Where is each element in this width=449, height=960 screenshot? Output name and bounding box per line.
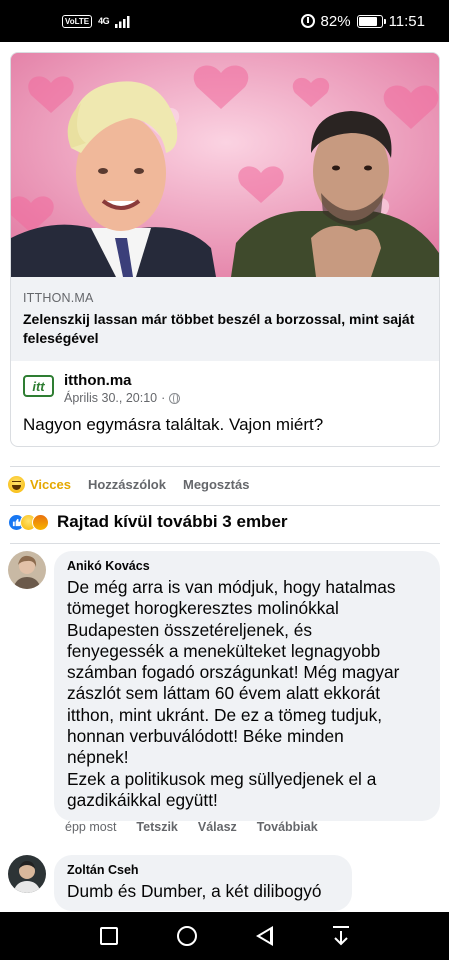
avatar[interactable]	[8, 855, 46, 893]
page-name[interactable]: itthon.ma	[64, 371, 180, 391]
clock: 11:51	[388, 12, 425, 30]
shared-post-card[interactable]: ITTHON.MA Zelenszkij lassan már többet b…	[10, 52, 440, 447]
divider-bottom	[10, 505, 440, 506]
angry-icon	[32, 513, 49, 531]
status-bar: VoLTE 4G 82% 11:51	[0, 0, 449, 42]
reaction-icons	[8, 513, 49, 531]
preview-illustration	[11, 53, 439, 277]
share-button[interactable]: Megosztás	[183, 477, 249, 492]
divider-reactions	[10, 543, 440, 544]
notification-pull-icon[interactable]	[332, 926, 350, 946]
comment-bubble[interactable]: Zoltán Cseh Dumb és Dumber, a két dilibo…	[54, 855, 352, 912]
avatar[interactable]	[8, 551, 46, 589]
status-left: VoLTE 4G	[62, 14, 131, 28]
divider-top	[10, 466, 440, 467]
recent-apps-icon[interactable]	[99, 927, 118, 945]
post-date[interactable]: Április 30., 20:10	[64, 391, 157, 405]
page-header: itt itthon.ma Április 30., 20:10 ·	[23, 371, 181, 405]
comment-item: Zoltán Cseh Dumb és Dumber, a két dilibo…	[8, 855, 352, 912]
home-icon[interactable]	[176, 926, 197, 946]
reply-button[interactable]: Válasz	[198, 820, 237, 834]
page-logo[interactable]: itt	[23, 375, 54, 397]
post-text: Nagyon egymásra találtak. Vajon miért?	[23, 415, 324, 434]
comment-author[interactable]: Zoltán Cseh	[67, 863, 338, 877]
link-domain: ITTHON.MA	[23, 291, 94, 305]
battery-icon	[356, 14, 386, 28]
haha-icon	[8, 476, 25, 493]
more-button[interactable]: Továbbiak	[257, 820, 318, 834]
network-type: 4G	[98, 16, 110, 26]
comment-actions: épp most Tetszik Válasz Továbbiak	[65, 820, 318, 834]
comment-button[interactable]: Hozzászólok	[88, 477, 166, 492]
back-icon[interactable]	[255, 926, 273, 946]
comment-text: Dumb és Dumber, a két dilibogyó	[67, 881, 322, 901]
globe-icon	[169, 392, 181, 404]
reactions-summary[interactable]: Rajtad kívül további 3 ember	[8, 512, 288, 532]
like-comment-button[interactable]: Tetszik	[136, 820, 177, 834]
status-right: 82% 11:51	[300, 12, 425, 30]
comment-time: épp most	[65, 820, 117, 834]
comment-text: De még arra is van módjuk, hogy hatalmas…	[67, 577, 400, 810]
comment-item: Anikó Kovács De még arra is van módjuk, …	[8, 551, 440, 822]
haha-label: Vicces	[30, 477, 71, 492]
system-nav-bar	[0, 912, 449, 960]
haha-reaction-button[interactable]: Vicces	[8, 476, 71, 493]
link-preview-image[interactable]	[11, 53, 439, 277]
link-meta[interactable]: ITTHON.MA Zelenszkij lassan már többet b…	[11, 277, 439, 361]
comment-bubble[interactable]: Anikó Kovács De még arra is van módjuk, …	[54, 551, 440, 822]
dot-separator: ·	[161, 391, 166, 405]
battery-percent: 82%	[320, 12, 351, 30]
alarm-icon	[300, 14, 315, 28]
link-title[interactable]: Zelenszkij lassan már többet beszél a bo…	[23, 310, 427, 348]
comment-author[interactable]: Anikó Kovács	[67, 559, 426, 573]
action-bar: Vicces Hozzászólok Megosztás	[8, 476, 249, 493]
reactions-text: Rajtad kívül további 3 ember	[57, 512, 288, 531]
post-timestamp: Április 30., 20:10 ·	[64, 391, 181, 405]
signal-icon	[115, 15, 130, 28]
volte-icon: VoLTE	[62, 14, 93, 28]
